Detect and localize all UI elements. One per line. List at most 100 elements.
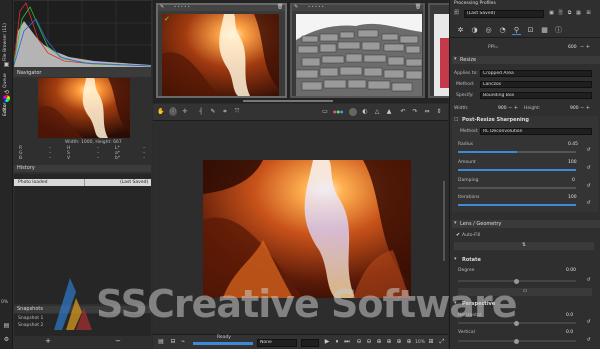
snapshot-item[interactable]: Snapshot 1 xyxy=(18,316,43,321)
profile-select[interactable] xyxy=(301,339,319,347)
warning-low-icon[interactable]: △ xyxy=(373,108,381,116)
applies-select[interactable]: Cropped Area xyxy=(480,70,592,77)
zoom-100-icon[interactable]: ⊕ xyxy=(385,338,393,346)
rotate-left-icon[interactable]: ↶ xyxy=(399,108,407,116)
reset-icon[interactable]: ↺ xyxy=(584,336,593,344)
resize-header[interactable]: ▾ Resize xyxy=(452,56,600,64)
snapshot-item[interactable]: Snapshot 2 xyxy=(18,323,43,328)
specify-select[interactable]: Bounding Box xyxy=(480,92,592,99)
flip-vertical-icon[interactable]: ⇕ xyxy=(435,108,443,116)
sharpening-toggle-icon[interactable]: ☐ xyxy=(454,117,458,123)
vertical-knob[interactable] xyxy=(514,338,519,344)
rotate-header[interactable]: ▾ Rotate xyxy=(452,256,600,264)
horizontal-value[interactable]: 0.0 xyxy=(566,313,573,318)
height-value[interactable]: 900 xyxy=(570,106,579,111)
tab-metadata[interactable]: ⓘ xyxy=(554,26,563,34)
thumb-trash-icon[interactable]: 🗑 xyxy=(277,4,283,10)
filmstrip-thumb-selected[interactable]: ✎ ••••• 🗑 ✓ xyxy=(156,3,287,98)
radius-value[interactable]: 0.45 xyxy=(568,142,578,147)
radius-slider[interactable] xyxy=(458,151,576,153)
fullscreen-icon[interactable]: ⤢ xyxy=(438,338,446,346)
tab-raw[interactable]: ▦ xyxy=(540,26,549,34)
reset-icon[interactable]: ↺ xyxy=(584,318,593,326)
reset-icon[interactable]: ↺ xyxy=(584,182,593,190)
crosshair-icon[interactable]: ✛ xyxy=(181,108,189,116)
thumb-trash-icon[interactable]: 🗑 xyxy=(415,4,421,10)
thumb-stars[interactable]: ••••• xyxy=(308,4,325,9)
zoom-in-icon[interactable]: ⊕ xyxy=(375,338,383,346)
history-row[interactable]: Photo loaded (Last Saved) xyxy=(14,179,151,186)
reset-icon[interactable]: ↺ xyxy=(584,199,593,207)
autofill-checkbox[interactable]: ✔ xyxy=(456,232,460,238)
reset-profile-icon[interactable]: ⊞ xyxy=(584,9,593,17)
thumb-rank-icon[interactable]: ✎ xyxy=(294,4,298,10)
warning-high-icon[interactable]: ▲ xyxy=(385,108,393,116)
pause-icon[interactable]: ⏸ xyxy=(333,338,341,346)
add-snapshot-button[interactable]: + xyxy=(43,337,53,345)
preview-mode-icon[interactable]: ▭ xyxy=(321,108,329,116)
settings-icon[interactable]: ⚙ xyxy=(2,336,11,344)
width-stepper[interactable]: − + xyxy=(508,105,518,111)
rgb-channels-icon[interactable]: ●●● xyxy=(333,108,344,116)
iterations-value[interactable]: 100 xyxy=(568,195,577,200)
crop-icon[interactable]: ⌗ xyxy=(221,108,229,116)
play-icon[interactable]: ▶ xyxy=(323,338,331,346)
tab-editor[interactable]: Editor xyxy=(3,100,8,116)
tab-queue[interactable]: Queue xyxy=(3,70,8,88)
tab-file-browser[interactable]: File Browser (11) xyxy=(3,6,8,61)
tab-detail[interactable]: ◎ xyxy=(484,26,493,34)
tab-exposure[interactable]: ◑ xyxy=(470,26,479,34)
degree-value[interactable]: 0.00 xyxy=(566,268,576,273)
ppi-stepper[interactable]: − + xyxy=(580,44,590,50)
zoom-out-icon[interactable]: ⊖ xyxy=(365,338,373,346)
filmstrip-thumb[interactable]: ✎ ••••• 🗑 xyxy=(290,3,425,98)
straighten-icon[interactable]: ┤ xyxy=(197,108,205,116)
iterations-slider[interactable] xyxy=(458,204,576,206)
tab-favorites[interactable]: ✲ xyxy=(456,26,465,34)
width-value[interactable]: 900 xyxy=(498,106,507,111)
save-profile-icon[interactable]: 🗎 xyxy=(556,9,565,17)
background-select[interactable]: None xyxy=(257,339,297,347)
transform-icon[interactable]: ⤧ xyxy=(233,108,241,116)
ppi-value[interactable]: 600 xyxy=(568,45,577,50)
skip-icon[interactable]: ⏭ xyxy=(343,338,351,346)
tab-advanced[interactable]: ⚲ xyxy=(512,26,521,35)
panels-icon[interactable]: ▤ xyxy=(157,338,165,346)
wand-icon[interactable]: ⌁ xyxy=(179,338,187,346)
filmstrip-scrollbar[interactable] xyxy=(243,100,333,102)
height-stepper[interactable]: − + xyxy=(580,105,590,111)
method-select[interactable]: Lanczos xyxy=(480,81,592,88)
open-profile-icon[interactable]: ▣ xyxy=(547,9,556,17)
paste-profile-icon[interactable]: ▦ xyxy=(574,9,583,17)
contrast-icon[interactable]: ◐ xyxy=(361,108,369,116)
reset-icon[interactable]: ↺ xyxy=(584,276,593,284)
profile-select[interactable]: (Last Saved) xyxy=(464,10,544,18)
info-icon[interactable]: ⓘ xyxy=(169,108,177,116)
vertical-slider[interactable] xyxy=(458,338,576,344)
reset-icon[interactable]: ↺ xyxy=(584,146,593,154)
sharp-method-select[interactable]: RL Deconvolution xyxy=(480,128,592,135)
reset-icon[interactable]: ↺ xyxy=(584,164,593,172)
zoom-fit-icon[interactable]: ⊖ xyxy=(355,338,363,346)
vertical-value[interactable]: 0.0 xyxy=(566,330,573,335)
copy-profile-icon[interactable]: ⧉ xyxy=(565,9,574,17)
thumb-stars[interactable]: ••••• xyxy=(174,4,191,9)
focus-mask-icon[interactable] xyxy=(349,108,357,116)
tab-color[interactable]: ◔ xyxy=(498,26,507,34)
thumb-rank-icon[interactable]: ✎ xyxy=(160,4,164,10)
eyedropper-icon[interactable]: ✎ xyxy=(209,108,217,116)
vertical-scrollbar[interactable] xyxy=(443,181,445,261)
hand-icon[interactable]: ✋ xyxy=(157,108,165,116)
flip-horizontal-icon[interactable]: ⇔ xyxy=(423,108,431,116)
damping-value[interactable]: 0 xyxy=(572,178,575,183)
remove-snapshot-button[interactable]: − xyxy=(113,337,123,345)
damping-slider[interactable] xyxy=(458,187,576,189)
amount-slider[interactable] xyxy=(458,169,576,171)
rotate-right-icon[interactable]: ↷ xyxy=(411,108,419,116)
detail-window-icon[interactable]: ⊞ xyxy=(427,338,435,346)
zoom-fill-icon[interactable]: ⊕ xyxy=(395,338,403,346)
console-icon[interactable]: ▤ xyxy=(2,322,11,330)
amount-value[interactable]: 100 xyxy=(568,160,577,165)
lock-icon[interactable]: ⊟ xyxy=(169,338,177,346)
autofill-button[interactable]: ⇅ xyxy=(454,242,594,250)
